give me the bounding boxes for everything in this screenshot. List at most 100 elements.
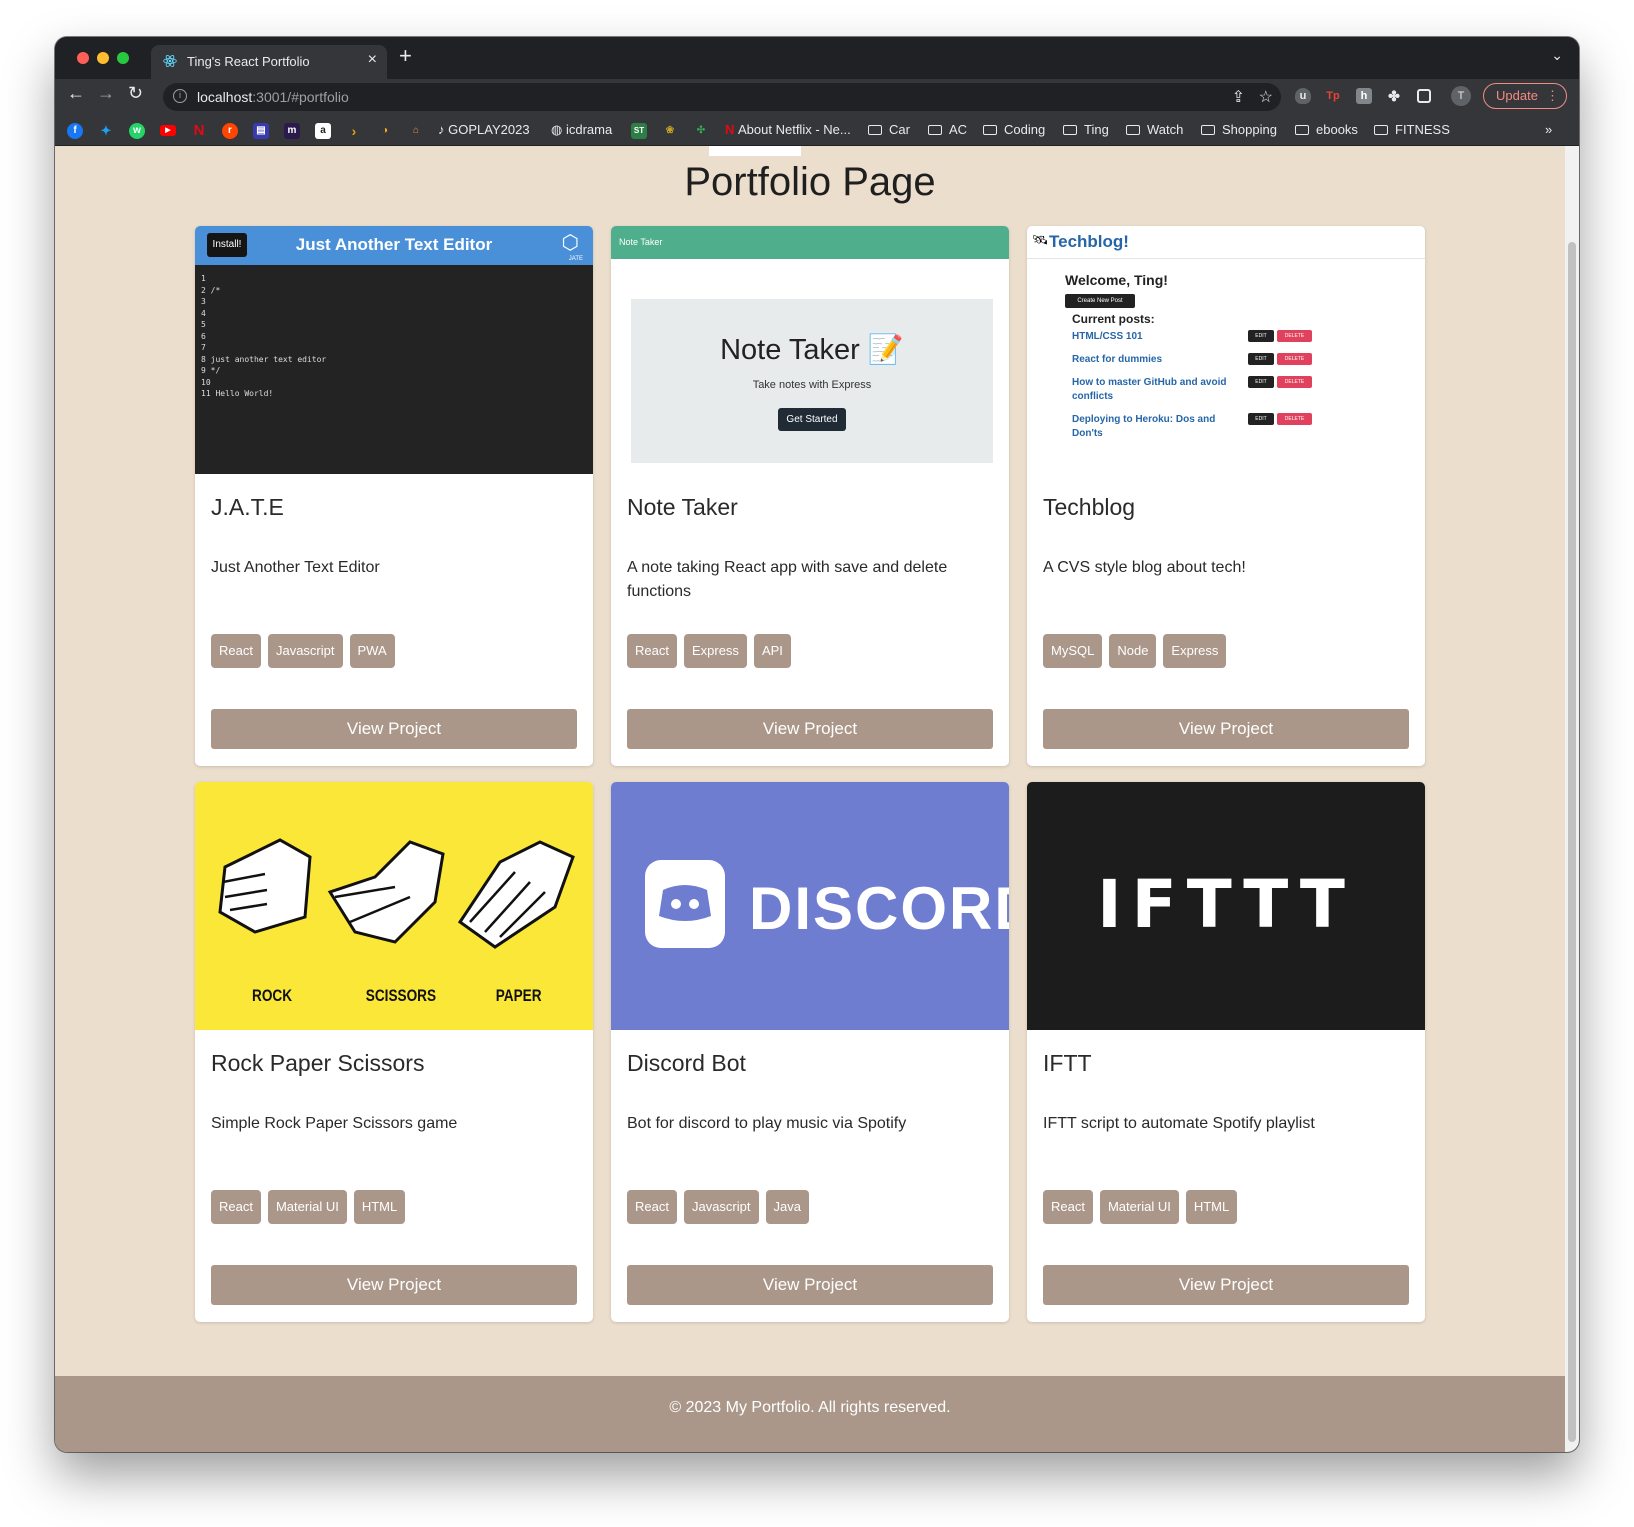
site-icon[interactable]: ❀ (662, 123, 678, 139)
edit-button: EDIT (1248, 353, 1274, 365)
maximize-window-button[interactable] (117, 52, 129, 64)
bookmark-label: icdrama (565, 122, 613, 137)
bookmark-star-icon[interactable]: ☆ (1259, 87, 1273, 107)
tag: PWA (349, 634, 395, 668)
plex-icon[interactable]: › (346, 123, 362, 139)
project-description: Bot for discord to play music via Spotif… (627, 1115, 907, 1132)
project-card: ROCK SCISSORS PAPER Rock Paper Scissors … (195, 782, 593, 1322)
update-label: Update (1496, 88, 1538, 103)
tab-active[interactable]: Ting's React Portfolio × (151, 45, 387, 79)
tag: Java (765, 1190, 809, 1224)
sidepanel-icon[interactable] (1417, 89, 1431, 103)
address-bar[interactable]: i localhost:3001/#portfolio ⇪ ☆ (163, 83, 1281, 111)
amazon-icon[interactable]: a (315, 123, 331, 139)
bookmark-folder-coding[interactable]: Coding (983, 122, 1045, 137)
bookmark-folder-car[interactable]: Car (868, 122, 910, 137)
notetaker-hero: Note Taker 📝 Take notes with Express Get… (631, 299, 993, 463)
tab-search-chevron-icon[interactable]: ⌄ (1551, 47, 1563, 64)
youtube-icon[interactable]: ▶ (160, 125, 176, 136)
jate-logo-caption: JATE (568, 256, 583, 262)
avatar[interactable]: T (1451, 86, 1471, 106)
site-icon[interactable]: ⌂ (408, 123, 424, 139)
bookmark-icdrama[interactable]: ◍ icdrama (551, 122, 612, 138)
bookmark-folder-ebooks[interactable]: ebooks (1295, 122, 1358, 137)
project-thumbnail-notetaker[interactable]: Note Taker Note Taker 📝 Take notes with … (611, 226, 1009, 474)
bookmark-folder-fitness[interactable]: FITNESS (1374, 122, 1450, 137)
site-icon[interactable]: ◑ (377, 123, 393, 139)
edit-button: EDIT (1248, 413, 1274, 425)
view-project-button[interactable]: View Project (211, 1265, 577, 1305)
project-description: A note taking React app with save and de… (627, 559, 948, 600)
whatsapp-icon[interactable]: w (129, 123, 145, 139)
ublock-extension-icon[interactable]: u (1295, 88, 1311, 104)
site-icon[interactable]: ▤ (253, 123, 269, 139)
bookmark-folder-ac[interactable]: AC (928, 122, 967, 137)
site-info-icon[interactable]: i (173, 89, 187, 103)
url-host: localhost (197, 89, 253, 105)
bookmark-netflix[interactable]: N About Netflix - Ne... (725, 122, 851, 137)
twitter-icon[interactable]: ✦ (98, 123, 114, 139)
notetaker-brand: Note Taker (619, 237, 663, 247)
tab-title: Ting's React Portfolio (187, 54, 310, 69)
view-project-button[interactable]: View Project (627, 709, 993, 749)
project-thumbnail-discord[interactable]: DISCORD (611, 782, 1009, 1030)
tag: Material UI (1099, 1190, 1179, 1224)
reddit-icon[interactable]: r (222, 123, 238, 139)
netflix-icon[interactable]: N (191, 123, 207, 139)
minimize-window-button[interactable] (97, 52, 109, 64)
reload-icon[interactable]: ↻ (128, 83, 143, 104)
view-project-button[interactable]: View Project (627, 1265, 993, 1305)
project-card: IFTTT IFTT IFTT script to automate Spoti… (1027, 782, 1425, 1322)
jate-header: Install! Just Another Text Editor ⬡ JATE (195, 226, 593, 265)
folder-icon (1295, 125, 1309, 135)
bookmark-folder-shopping[interactable]: Shopping (1201, 122, 1277, 137)
tab-close-icon[interactable]: × (368, 51, 377, 69)
code-line: 1 (201, 274, 206, 283)
current-posts-heading: Current posts: (1072, 312, 1155, 326)
view-project-button[interactable]: View Project (1043, 709, 1409, 749)
forward-icon[interactable]: → (97, 83, 115, 104)
update-button[interactable]: Update ⋮ (1483, 83, 1567, 109)
share-icon[interactable]: ⇪ (1232, 87, 1245, 107)
ifttt-background: IFTTT (1027, 782, 1425, 1030)
project-description: A CVS style blog about tech! (1043, 559, 1246, 576)
m-site-icon[interactable]: m (284, 123, 300, 139)
footer: © 2023 My Portfolio. All rights reserved… (55, 1376, 1565, 1452)
bookmark-label: FITNESS (1395, 122, 1450, 137)
kebab-menu-icon[interactable]: ⋮ (1546, 84, 1559, 107)
close-window-button[interactable] (77, 52, 89, 64)
edit-button: EDIT (1248, 376, 1274, 388)
pinwheel-icon[interactable]: ✣ (693, 123, 709, 139)
st-site-icon[interactable]: ST (631, 123, 647, 139)
scrollbar-thumb[interactable] (1568, 242, 1576, 1442)
project-card: Install! Just Another Text Editor ⬡ JATE… (195, 226, 593, 766)
notetaker-navbar: Note Taker (611, 226, 1009, 259)
globe-icon: ◍ (551, 122, 566, 137)
netflix-icon: N (725, 122, 738, 137)
jate-logo-icon: ⬡ (561, 232, 579, 254)
bookmark-goplay[interactable]: ♪ GOPLAY2023 (438, 122, 530, 137)
view-project-button[interactable]: View Project (211, 709, 577, 749)
project-thumbnail-rps[interactable]: ROCK SCISSORS PAPER (195, 782, 593, 1030)
extension-icon[interactable]: h (1356, 88, 1372, 104)
scrollbar[interactable] (1565, 146, 1579, 1452)
tp-extension-icon[interactable]: Tp (1325, 88, 1341, 104)
project-thumbnail-ifttt[interactable]: IFTTT (1027, 782, 1425, 1030)
more-bookmarks-button[interactable]: » (1545, 122, 1552, 137)
scissors-hand-icon (327, 840, 445, 944)
puzzle-extensions-icon[interactable]: ✤ (1386, 88, 1402, 104)
view-project-button[interactable]: View Project (1043, 1265, 1409, 1305)
back-icon[interactable]: ← (67, 83, 85, 104)
folder-icon (1201, 125, 1215, 135)
project-thumbnail-jate[interactable]: Install! Just Another Text Editor ⬡ JATE… (195, 226, 593, 474)
bookmark-folder-watch[interactable]: Watch (1126, 122, 1183, 137)
new-tab-button[interactable]: + (399, 43, 412, 69)
techblog-welcome: Welcome, Ting! (1065, 272, 1168, 288)
delete-button: DELETE (1277, 353, 1312, 365)
project-description: Simple Rock Paper Scissors game (211, 1115, 458, 1132)
code-line: 2 /* (201, 285, 221, 295)
project-thumbnail-techblog[interactable]: 🛰 Techblog! Welcome, Ting! Create New Po… (1027, 226, 1425, 474)
code-line: 3 (201, 297, 206, 306)
facebook-icon[interactable]: f (67, 123, 83, 139)
bookmark-folder-ting[interactable]: Ting (1063, 122, 1109, 137)
